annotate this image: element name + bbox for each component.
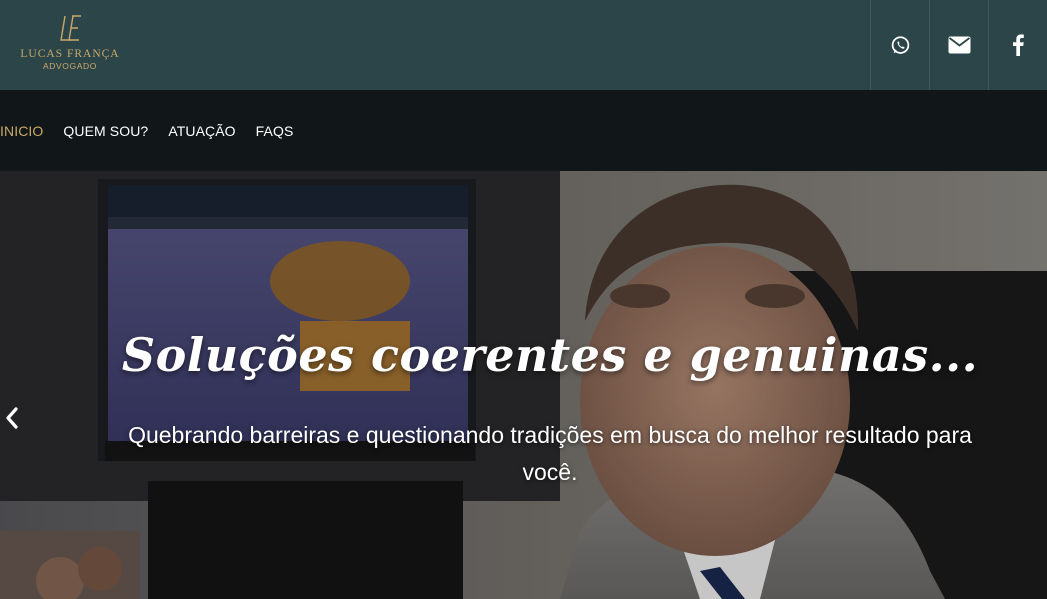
nav-item-atuacao[interactable]: ATUAÇÃO (168, 123, 235, 139)
chevron-left-icon (6, 407, 18, 429)
nav-item-inicio[interactable]: INICIO (0, 123, 43, 139)
nav-item-quem-sou[interactable]: QUEM SOU? (63, 123, 148, 139)
logo-monogram-icon (60, 15, 81, 41)
brand-name: LUCAS FRANÇA (20, 48, 120, 60)
whatsapp-icon (891, 35, 909, 54)
carousel-prev-button[interactable] (2, 403, 22, 433)
brand-subtitle: ADVOGADO (43, 61, 97, 71)
facebook-icon (1013, 34, 1024, 56)
envelope-icon (948, 36, 970, 54)
social-links (870, 0, 1047, 90)
hero-carousel: Soluções coerentes e genuinas... Quebran… (0, 171, 1047, 599)
hero-title: Soluções coerentes e genuinas... (121, 328, 979, 382)
nav-item-faqs[interactable]: FAQS (256, 123, 294, 139)
top-bar: LUCAS FRANÇA ADVOGADO (0, 0, 1047, 90)
whatsapp-button[interactable] (870, 0, 929, 90)
main-nav: INICIO QUEM SOU? ATUAÇÃO FAQS (0, 90, 1047, 171)
email-button[interactable] (929, 0, 988, 90)
facebook-button[interactable] (988, 0, 1047, 90)
hero-subtitle: Quebrando barreiras e questionando tradi… (128, 422, 972, 485)
hero-overlay (0, 171, 1047, 599)
brand-logo[interactable]: LUCAS FRANÇA ADVOGADO (18, 14, 122, 80)
